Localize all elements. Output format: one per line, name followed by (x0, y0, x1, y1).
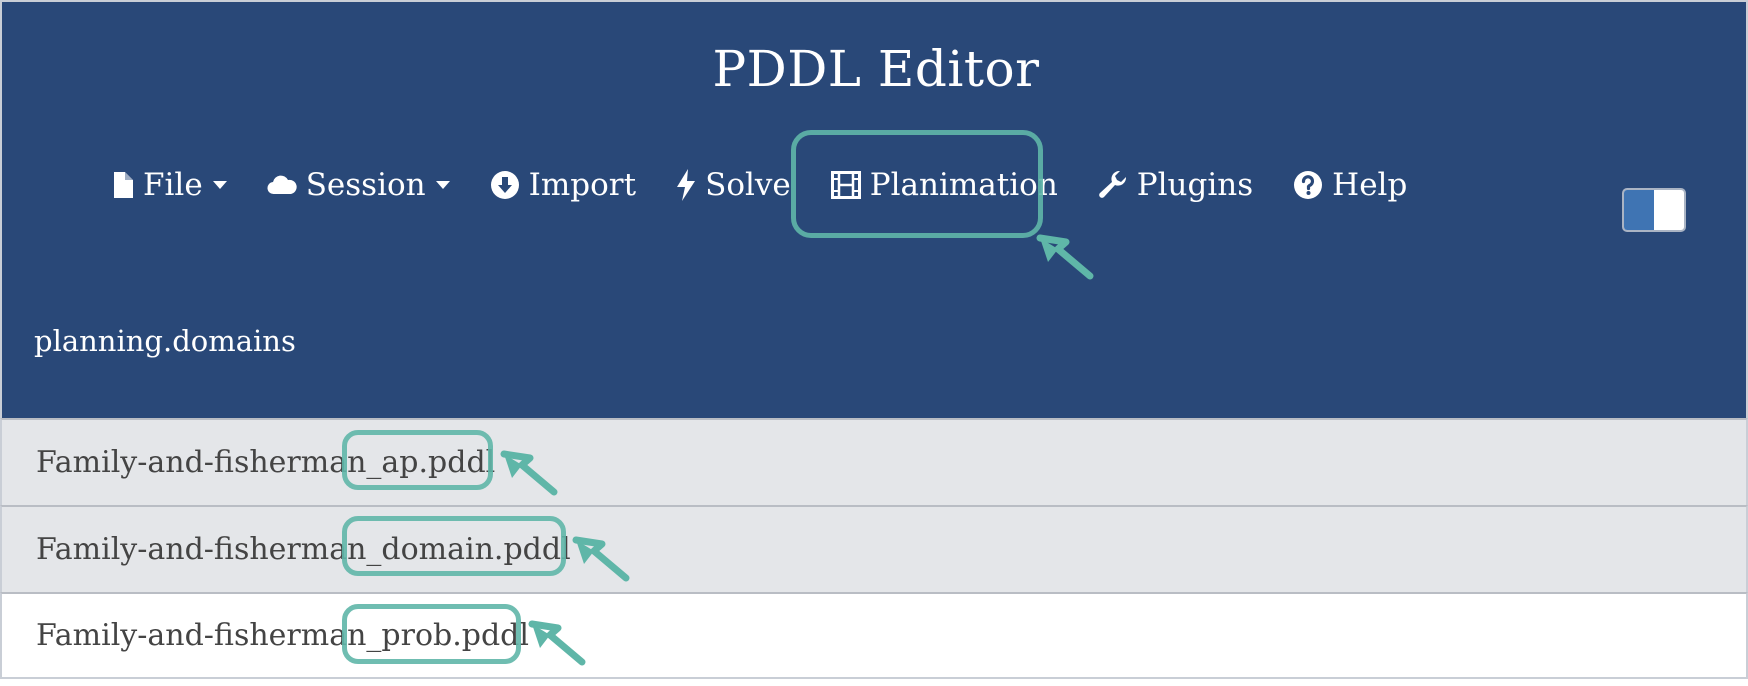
film-icon (830, 171, 861, 199)
bolt-icon (677, 169, 696, 201)
file-icon (114, 172, 133, 198)
file-name: Family-and-fisherman_prob.pddl (36, 618, 529, 653)
menu-file[interactable]: File (112, 152, 227, 218)
menu-import[interactable]: Import (490, 152, 636, 218)
menu-help[interactable]: Help (1293, 152, 1407, 218)
menu-import-label: Import (528, 167, 637, 203)
app-title: PDDL Editor (712, 40, 1040, 98)
file-name: Family-and-fisherman_ap.pddl (36, 445, 496, 480)
menu-solve[interactable]: Solve (676, 152, 791, 218)
chevron-down-icon (435, 181, 450, 189)
menu-plugins-label: Plugins (1136, 167, 1254, 203)
file-row-prob[interactable]: Family-and-fisherman_prob.pddl (0, 592, 1748, 679)
file-name: Family-and-fisherman_domain.pddl (36, 532, 571, 567)
toggle-knob (1624, 190, 1654, 230)
cloud-icon (267, 175, 297, 195)
menu-help-label: Help (1332, 167, 1408, 203)
wrench-icon (1098, 170, 1126, 198)
file-row-domain[interactable]: Family-and-fisherman_domain.pddl (0, 505, 1748, 592)
file-row-ap[interactable]: Family-and-fisherman_ap.pddl (0, 418, 1748, 505)
brand-link[interactable]: planning.domains (34, 324, 296, 358)
theme-toggle[interactable] (1622, 188, 1686, 232)
download-circle-icon (490, 171, 519, 199)
menu-plugins[interactable]: Plugins (1098, 152, 1253, 218)
header-bar: PDDL Editor File Session Import Solve Pl… (0, 0, 1748, 418)
menu-solve-label: Solve (705, 167, 791, 203)
chevron-down-icon (212, 181, 227, 189)
question-circle-icon (1294, 171, 1323, 199)
menu-session[interactable]: Session (267, 152, 450, 218)
menu-planimation[interactable]: Planimation (830, 152, 1058, 218)
main-menu: File Session Import Solve Planimation Pl… (112, 152, 1447, 218)
menu-file-label: File (143, 167, 203, 203)
file-list: Family-and-fisherman_ap.pddl Family-and-… (0, 418, 1748, 679)
menu-session-label: Session (305, 167, 426, 203)
menu-planimation-label: Planimation (869, 167, 1058, 203)
